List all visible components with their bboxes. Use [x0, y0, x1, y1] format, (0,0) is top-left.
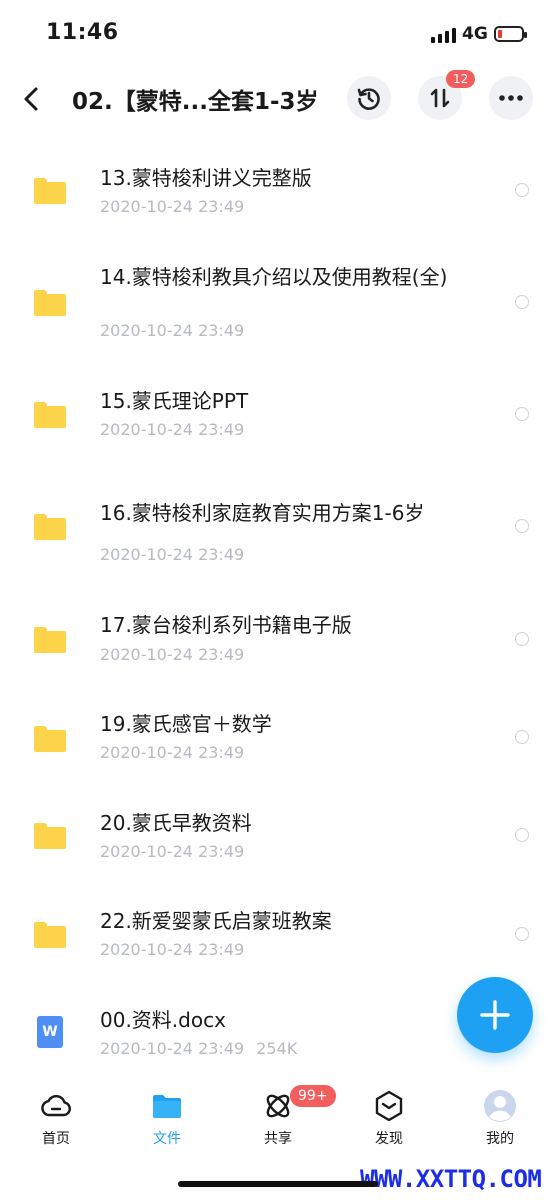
file-date: 2020-10-24 23:49	[100, 743, 245, 762]
folder-icon	[34, 290, 66, 316]
file-date: 2020-10-24 23:49	[100, 420, 245, 439]
more-icon	[499, 95, 523, 101]
tab-me[interactable]: 我的	[460, 1085, 540, 1148]
tab-bar: 首页 文件 共享 99+ 发现 我的	[0, 1085, 555, 1165]
select-radio[interactable]	[515, 730, 529, 744]
file-date: 2020-10-24 23:49	[100, 645, 245, 664]
file-row[interactable]: 22.新爱婴蒙氏启蒙班教案 2020-10-24 23:49	[0, 877, 555, 976]
folder-icon	[34, 627, 66, 653]
select-radio[interactable]	[515, 632, 529, 646]
file-name: 17.蒙台梭利系列书籍电子版	[100, 613, 352, 637]
status-bar: 11:46 4G	[0, 0, 555, 66]
tab-label: 共享	[264, 1131, 292, 1147]
file-row[interactable]: 16.蒙特梭利家庭教育实用方案1-6岁 2020-10-24 23:49	[0, 454, 555, 579]
more-button[interactable]	[489, 76, 533, 120]
tab-label: 发现	[375, 1131, 403, 1147]
file-date: 2020-10-24 23:49	[100, 842, 245, 861]
tab-label: 首页	[42, 1131, 70, 1147]
select-radio[interactable]	[515, 927, 529, 941]
signal-icon	[431, 27, 457, 43]
file-name: 15.蒙氏理论PPT	[100, 389, 249, 413]
watermark: WWW.XXTTQ.COM	[360, 1165, 542, 1193]
discover-icon	[375, 1090, 403, 1122]
chevron-left-icon	[24, 87, 38, 111]
file-row[interactable]: 17.蒙台梭利系列书籍电子版 2020-10-24 23:49	[0, 579, 555, 679]
plus-icon	[480, 1000, 510, 1030]
back-button[interactable]	[16, 82, 46, 116]
select-radio[interactable]	[515, 828, 529, 842]
transfer-badge: 12	[446, 70, 476, 88]
folder-tab-icon	[153, 1095, 181, 1118]
transfer-icon	[430, 88, 450, 108]
tab-files[interactable]: 文件	[127, 1085, 207, 1148]
file-date: 2020-10-24 23:49	[100, 545, 245, 564]
network-label: 4G	[462, 24, 488, 44]
battery-icon	[494, 26, 527, 42]
file-size: 254K	[256, 1039, 298, 1058]
avatar-icon	[484, 1090, 516, 1122]
folder-icon	[34, 402, 66, 428]
folder-icon	[34, 514, 66, 540]
select-radio[interactable]	[515, 295, 529, 309]
file-row[interactable]: 14.蒙特梭利教具介绍以及使用教程(全) 2020-10-24 23:49	[0, 230, 555, 354]
cloud-icon	[41, 1094, 71, 1117]
page-title: 02.【蒙特...全套1-3岁	[72, 89, 319, 115]
file-name: 16.蒙特梭利家庭教育实用方案1-6岁	[100, 501, 425, 525]
add-button[interactable]	[457, 977, 533, 1053]
select-radio[interactable]	[515, 407, 529, 421]
file-date: 2020-10-24 23:49	[100, 197, 245, 216]
tab-label: 我的	[486, 1131, 514, 1147]
file-date: 2020-10-24 23:49	[100, 321, 245, 340]
folder-icon	[34, 823, 66, 849]
file-name: 00.资料.docx	[100, 1008, 226, 1032]
select-radio[interactable]	[515, 519, 529, 533]
file-row[interactable]: 15.蒙氏理论PPT 2020-10-24 23:49	[0, 354, 555, 454]
file-date: 2020-10-24 23:49	[100, 940, 245, 959]
file-date: 2020-10-24 23:49 254K	[100, 1039, 298, 1058]
share-badge: 99+	[290, 1085, 336, 1107]
file-name: 13.蒙特梭利讲义完整版	[100, 166, 312, 190]
file-row[interactable]: 20.蒙氏早教资料 2020-10-24 23:49	[0, 778, 555, 877]
history-button[interactable]	[347, 76, 391, 120]
file-name: 14.蒙特梭利教具介绍以及使用教程(全)	[100, 265, 448, 289]
history-icon	[357, 88, 380, 110]
file-name: 19.蒙氏感官＋数学	[100, 712, 272, 736]
file-row[interactable]: 19.蒙氏感官＋数学 2020-10-24 23:49	[0, 679, 555, 778]
file-row[interactable]: 13.蒙特梭利讲义完整版 2020-10-24 23:49	[0, 130, 555, 230]
folder-icon	[34, 922, 66, 948]
header: 02.【蒙特...全套1-3岁 12	[0, 70, 555, 130]
tab-home[interactable]: 首页	[16, 1085, 96, 1148]
folder-icon	[34, 726, 66, 752]
tab-discover[interactable]: 发现	[349, 1085, 429, 1148]
select-radio[interactable]	[515, 183, 529, 197]
tab-label: 文件	[153, 1131, 181, 1147]
status-time: 11:46	[46, 20, 119, 45]
word-file-icon: W	[37, 1016, 63, 1048]
folder-icon	[34, 178, 66, 204]
home-indicator	[178, 1181, 378, 1187]
file-name: 22.新爱婴蒙氏启蒙班教案	[100, 909, 332, 933]
file-name: 20.蒙氏早教资料	[100, 811, 252, 835]
